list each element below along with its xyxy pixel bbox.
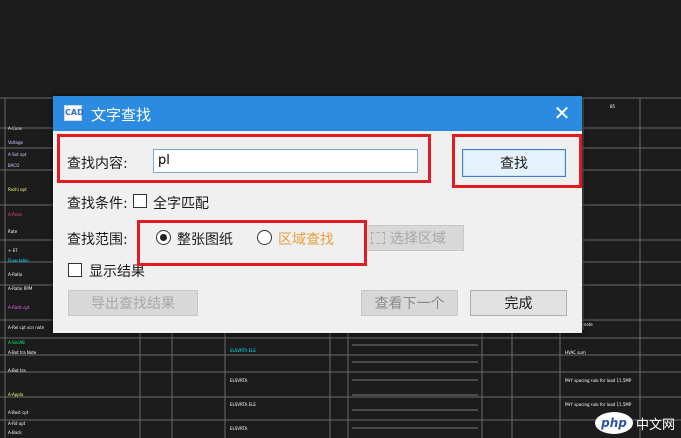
search-content-label: 查找内容: xyxy=(67,156,128,172)
select-area-button[interactable]: 选择区域 xyxy=(364,225,464,251)
cad-left-label: A-Rcon xyxy=(8,212,23,217)
close-icon[interactable]: ✕ xyxy=(550,101,574,125)
cad-left-label: A-Rel cpt scn note xyxy=(8,325,45,330)
show-results-checkbox[interactable] xyxy=(68,263,82,277)
cad-left-label: A-Ratio RPM xyxy=(8,286,33,291)
cad-center-label: ELSVRTA xyxy=(230,426,248,431)
cad-left-label: A-Rads cpt xyxy=(8,305,30,310)
show-results-label[interactable]: 显示结果 xyxy=(89,261,145,281)
dialog-titlebar[interactable]: CAD 文字查找 ✕ xyxy=(53,96,582,131)
watermark-site-text: 中文网 xyxy=(635,417,675,433)
cad-right-label: PHY spacing rule for load 11.5MP xyxy=(565,402,632,407)
cad-left-label: BACO xyxy=(8,163,20,168)
cad-center-label: ELSVRTA ELE xyxy=(230,402,256,407)
cad-left-label: A-Bost cpt xyxy=(8,410,29,415)
cad-left-label: A-SecAB xyxy=(8,340,25,345)
php-logo: php xyxy=(594,412,633,434)
text-find-dialog: CAD 文字查找 ✕ 查找内容: pl 查找 查找条件: 全字匹配 查找范围: … xyxy=(53,96,582,333)
cad-center-label: ELSVRTA xyxy=(230,378,248,383)
match-whole-word-checkbox[interactable] xyxy=(133,194,147,208)
cad-left-label: A-Bot tra Note xyxy=(8,350,37,355)
done-button[interactable]: 完成 xyxy=(470,290,567,316)
cad-right-label: HVAC sum xyxy=(565,350,586,355)
cad-left-label: Voltage xyxy=(8,140,24,145)
cad-left-label: A-Rd opt xyxy=(8,421,26,426)
cad-left-label: A-Ratio xyxy=(8,272,23,277)
selection-area-icon xyxy=(371,232,385,244)
find-next-button[interactable]: 查看下一个 xyxy=(361,290,458,316)
cad-left-label: A-Appla xyxy=(8,392,24,397)
cad-left-label: A-Cons xyxy=(8,126,22,131)
cad-header-label: 85 xyxy=(610,104,616,109)
cad-left-label: Rate xyxy=(8,229,18,234)
export-results-button[interactable]: 导出查找结果 xyxy=(68,290,198,316)
find-button[interactable]: 查找 xyxy=(462,149,566,177)
cad-app-icon: CAD xyxy=(64,105,84,121)
range-area-label[interactable]: 区域查找 xyxy=(278,229,334,249)
cad-left-label: + 67 xyxy=(8,248,18,253)
cad-left-label: Flow-table xyxy=(8,258,29,263)
dialog-title: 文字查找 xyxy=(91,106,152,124)
range-area-radio[interactable] xyxy=(257,230,272,245)
cad-left-label: A-Sot opt xyxy=(8,152,27,157)
cad-left-label: Rezhi opt xyxy=(8,187,27,192)
search-range-label: 查找范围: xyxy=(67,232,128,248)
range-whole-drawing-radio[interactable] xyxy=(156,230,171,245)
select-area-label: 选择区域 xyxy=(390,231,446,247)
match-whole-word-label[interactable]: 全字匹配 xyxy=(153,193,209,213)
cad-left-label: A-Bot tra xyxy=(8,368,26,373)
cad-right-label: PHY spacing rule for load 11.5MP xyxy=(565,378,632,383)
site-watermark: php 中文网 xyxy=(594,412,675,434)
search-input[interactable]: pl xyxy=(153,149,418,173)
range-whole-drawing-label[interactable]: 整张图纸 xyxy=(177,229,233,249)
cad-center-label: ELSVRTA ELE xyxy=(230,348,256,353)
cad-left-label: A-Back xyxy=(8,430,22,435)
search-condition-label: 查找条件: xyxy=(67,196,128,212)
